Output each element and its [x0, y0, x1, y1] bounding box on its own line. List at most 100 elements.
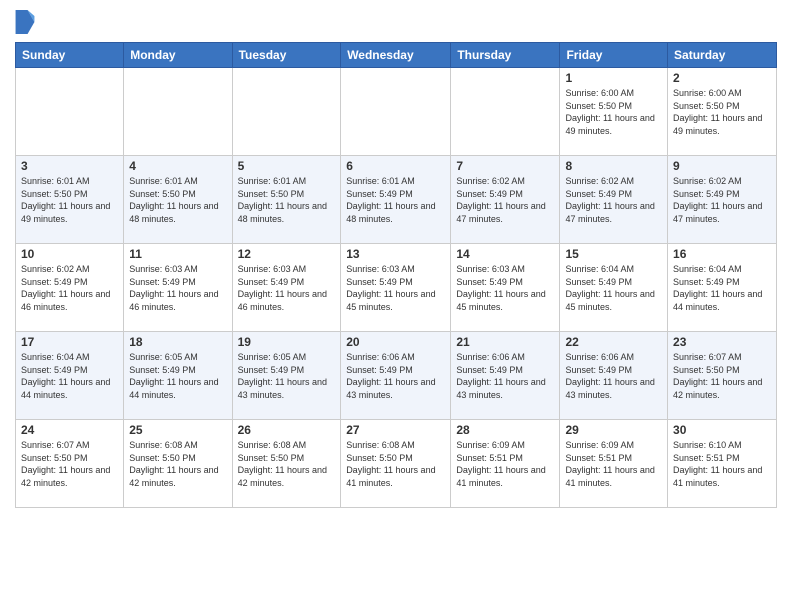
day-number: 14 [456, 247, 554, 261]
weekday-header-tuesday: Tuesday [232, 43, 341, 68]
weekday-header-sunday: Sunday [16, 43, 124, 68]
day-number: 1 [565, 71, 662, 85]
day-cell: 14 Sunrise: 6:03 AM Sunset: 5:49 PM Dayli… [451, 244, 560, 332]
day-info: Sunrise: 6:06 AM Sunset: 5:49 PM Dayligh… [346, 351, 445, 401]
day-info: Sunrise: 6:01 AM Sunset: 5:50 PM Dayligh… [21, 175, 118, 225]
day-number: 29 [565, 423, 662, 437]
header [15, 10, 777, 34]
day-number: 24 [21, 423, 118, 437]
day-cell: 8 Sunrise: 6:02 AM Sunset: 5:49 PM Daylig… [560, 156, 668, 244]
day-cell: 23 Sunrise: 6:07 AM Sunset: 5:50 PM Dayli… [668, 332, 777, 420]
day-number: 11 [129, 247, 226, 261]
day-cell: 15 Sunrise: 6:04 AM Sunset: 5:49 PM Dayli… [560, 244, 668, 332]
day-info: Sunrise: 6:05 AM Sunset: 5:49 PM Dayligh… [129, 351, 226, 401]
logo-icon [15, 10, 35, 34]
day-info: Sunrise: 6:06 AM Sunset: 5:49 PM Dayligh… [456, 351, 554, 401]
weekday-header-thursday: Thursday [451, 43, 560, 68]
day-cell: 3 Sunrise: 6:01 AM Sunset: 5:50 PM Daylig… [16, 156, 124, 244]
logo [15, 10, 37, 34]
day-number: 7 [456, 159, 554, 173]
day-info: Sunrise: 6:01 AM Sunset: 5:50 PM Dayligh… [129, 175, 226, 225]
day-info: Sunrise: 6:07 AM Sunset: 5:50 PM Dayligh… [673, 351, 771, 401]
day-number: 19 [238, 335, 336, 349]
day-number: 9 [673, 159, 771, 173]
day-cell: 5 Sunrise: 6:01 AM Sunset: 5:50 PM Daylig… [232, 156, 341, 244]
day-cell: 1 Sunrise: 6:00 AM Sunset: 5:50 PM Daylig… [560, 68, 668, 156]
day-number: 25 [129, 423, 226, 437]
weekday-header-saturday: Saturday [668, 43, 777, 68]
day-info: Sunrise: 6:06 AM Sunset: 5:49 PM Dayligh… [565, 351, 662, 401]
day-cell: 21 Sunrise: 6:06 AM Sunset: 5:49 PM Dayli… [451, 332, 560, 420]
day-info: Sunrise: 6:02 AM Sunset: 5:49 PM Dayligh… [21, 263, 118, 313]
day-info: Sunrise: 6:02 AM Sunset: 5:49 PM Dayligh… [456, 175, 554, 225]
day-number: 5 [238, 159, 336, 173]
day-cell: 18 Sunrise: 6:05 AM Sunset: 5:49 PM Dayli… [124, 332, 232, 420]
day-cell: 19 Sunrise: 6:05 AM Sunset: 5:49 PM Dayli… [232, 332, 341, 420]
day-info: Sunrise: 6:01 AM Sunset: 5:49 PM Dayligh… [346, 175, 445, 225]
day-info: Sunrise: 6:04 AM Sunset: 5:49 PM Dayligh… [565, 263, 662, 313]
day-info: Sunrise: 6:04 AM Sunset: 5:49 PM Dayligh… [21, 351, 118, 401]
day-number: 20 [346, 335, 445, 349]
day-cell [16, 68, 124, 156]
day-cell: 27 Sunrise: 6:08 AM Sunset: 5:50 PM Dayli… [341, 420, 451, 508]
day-info: Sunrise: 6:02 AM Sunset: 5:49 PM Dayligh… [565, 175, 662, 225]
day-info: Sunrise: 6:00 AM Sunset: 5:50 PM Dayligh… [565, 87, 662, 137]
day-cell: 2 Sunrise: 6:00 AM Sunset: 5:50 PM Daylig… [668, 68, 777, 156]
day-info: Sunrise: 6:03 AM Sunset: 5:49 PM Dayligh… [456, 263, 554, 313]
day-cell: 6 Sunrise: 6:01 AM Sunset: 5:49 PM Daylig… [341, 156, 451, 244]
day-number: 2 [673, 71, 771, 85]
day-info: Sunrise: 6:00 AM Sunset: 5:50 PM Dayligh… [673, 87, 771, 137]
day-cell: 11 Sunrise: 6:03 AM Sunset: 5:49 PM Dayli… [124, 244, 232, 332]
day-cell: 12 Sunrise: 6:03 AM Sunset: 5:49 PM Dayli… [232, 244, 341, 332]
week-row-5: 24 Sunrise: 6:07 AM Sunset: 5:50 PM Dayli… [16, 420, 777, 508]
day-number: 21 [456, 335, 554, 349]
day-cell: 9 Sunrise: 6:02 AM Sunset: 5:49 PM Daylig… [668, 156, 777, 244]
day-cell [232, 68, 341, 156]
day-cell: 30 Sunrise: 6:10 AM Sunset: 5:51 PM Dayli… [668, 420, 777, 508]
day-info: Sunrise: 6:08 AM Sunset: 5:50 PM Dayligh… [346, 439, 445, 489]
day-info: Sunrise: 6:05 AM Sunset: 5:49 PM Dayligh… [238, 351, 336, 401]
weekday-header-friday: Friday [560, 43, 668, 68]
day-info: Sunrise: 6:08 AM Sunset: 5:50 PM Dayligh… [129, 439, 226, 489]
day-cell: 26Sunrise: 6:08 AM Sunset: 5:50 PM Dayli… [232, 420, 341, 508]
day-number: 27 [346, 423, 445, 437]
day-cell: 25 Sunrise: 6:08 AM Sunset: 5:50 PM Dayli… [124, 420, 232, 508]
day-number: 10 [21, 247, 118, 261]
day-cell: 20 Sunrise: 6:06 AM Sunset: 5:49 PM Dayli… [341, 332, 451, 420]
day-number: 30 [673, 423, 771, 437]
weekday-header-monday: Monday [124, 43, 232, 68]
day-cell: 29 Sunrise: 6:09 AM Sunset: 5:51 PM Dayli… [560, 420, 668, 508]
week-row-1: 1 Sunrise: 6:00 AM Sunset: 5:50 PM Daylig… [16, 68, 777, 156]
day-number: 4 [129, 159, 226, 173]
day-cell: 10 Sunrise: 6:02 AM Sunset: 5:49 PM Dayli… [16, 244, 124, 332]
day-info: Sunrise: 6:07 AM Sunset: 5:50 PM Dayligh… [21, 439, 118, 489]
day-info: Sunrise: 6:10 AM Sunset: 5:51 PM Dayligh… [673, 439, 771, 489]
day-cell: 24 Sunrise: 6:07 AM Sunset: 5:50 PM Dayli… [16, 420, 124, 508]
day-info: Sunrise: 6:03 AM Sunset: 5:49 PM Dayligh… [129, 263, 226, 313]
day-number: 13 [346, 247, 445, 261]
week-row-4: 17Sunrise: 6:04 AM Sunset: 5:49 PM Dayli… [16, 332, 777, 420]
page: SundayMondayTuesdayWednesdayThursdayFrid… [0, 0, 792, 612]
day-number: 6 [346, 159, 445, 173]
day-info: Sunrise: 6:02 AM Sunset: 5:49 PM Dayligh… [673, 175, 771, 225]
day-info: Sunrise: 6:09 AM Sunset: 5:51 PM Dayligh… [565, 439, 662, 489]
day-number: 8 [565, 159, 662, 173]
day-number: 28 [456, 423, 554, 437]
day-cell [124, 68, 232, 156]
day-cell: 16Sunrise: 6:04 AM Sunset: 5:49 PM Dayli… [668, 244, 777, 332]
day-number: 23 [673, 335, 771, 349]
day-number: 22 [565, 335, 662, 349]
day-cell: 13 Sunrise: 6:03 AM Sunset: 5:49 PM Dayli… [341, 244, 451, 332]
day-cell [451, 68, 560, 156]
day-info: Sunrise: 6:03 AM Sunset: 5:49 PM Dayligh… [238, 263, 336, 313]
day-info: Sunrise: 6:01 AM Sunset: 5:50 PM Dayligh… [238, 175, 336, 225]
day-number: 18 [129, 335, 226, 349]
day-number: 12 [238, 247, 336, 261]
day-number: 3 [21, 159, 118, 173]
day-number: 16 [673, 247, 771, 261]
day-cell [341, 68, 451, 156]
day-cell: 4 Sunrise: 6:01 AM Sunset: 5:50 PM Daylig… [124, 156, 232, 244]
day-cell: 17Sunrise: 6:04 AM Sunset: 5:49 PM Dayli… [16, 332, 124, 420]
day-info: Sunrise: 6:03 AM Sunset: 5:49 PM Dayligh… [346, 263, 445, 313]
day-number: 15 [565, 247, 662, 261]
